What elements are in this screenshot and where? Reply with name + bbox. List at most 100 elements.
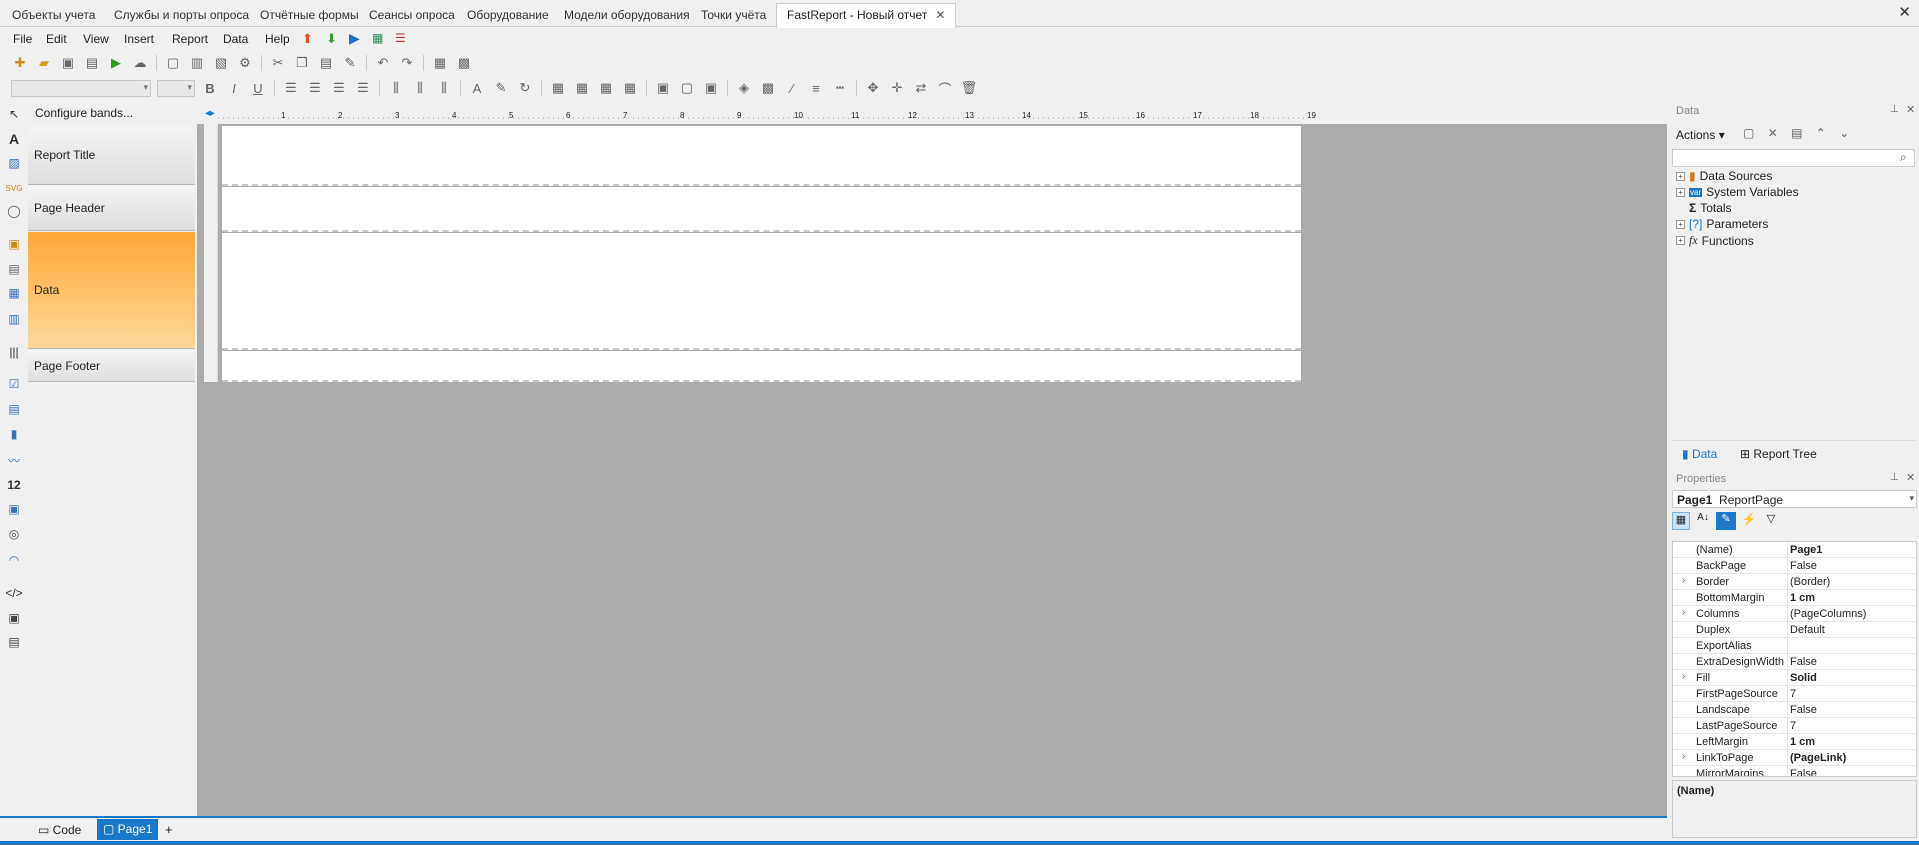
paste-icon[interactable]: ▤	[317, 54, 335, 72]
new-datasource-icon[interactable]: ▢	[1743, 126, 1754, 140]
tab-page1[interactable]: ▢ Page1	[97, 819, 159, 840]
property-value[interactable]: Page1	[1790, 544, 1822, 556]
tab-fastreport[interactable]: FastReport - Новый отчет ✕	[776, 3, 957, 28]
save-icon[interactable]: ▣	[59, 54, 77, 72]
expand-icon[interactable]: ›	[1682, 575, 1685, 586]
tab-objects[interactable]: Объекты учета	[2, 4, 105, 27]
expand-icon[interactable]: ›	[1682, 671, 1685, 682]
sparkline-icon[interactable]: 〰	[4, 451, 24, 469]
container-icon[interactable]: ▤	[4, 260, 24, 278]
delete-page-icon[interactable]: ▧	[212, 54, 230, 72]
text-object-icon[interactable]: A	[4, 130, 24, 148]
property-row[interactable]: › Fill Solid	[1673, 670, 1916, 686]
filter-icon[interactable]: ▽	[1762, 512, 1780, 530]
gauge-icon[interactable]: ◠	[4, 551, 24, 569]
property-value[interactable]: (PageColumns)	[1790, 608, 1866, 620]
property-row[interactable]: ExportAlias	[1673, 638, 1916, 654]
actions-dropdown[interactable]: Actions ▾	[1676, 128, 1725, 142]
preview-icon[interactable]: ▶	[107, 54, 125, 72]
tree-item-parameters[interactable]: + [?] Parameters	[1676, 217, 1768, 231]
property-row[interactable]: Landscape False	[1673, 702, 1916, 718]
border-props-icon[interactable]: ▣	[702, 79, 720, 97]
checkbox-icon[interactable]: ☑	[4, 375, 24, 393]
tab-report-tree[interactable]: ⊞ Report Tree	[1740, 447, 1817, 461]
same-height-icon[interactable]: ▦	[597, 79, 615, 97]
fill-props-icon[interactable]: ▩	[759, 79, 777, 97]
center-icon[interactable]: ▦	[621, 79, 639, 97]
pin-icon[interactable]: ⊥	[1890, 472, 1899, 483]
text-color-icon[interactable]: A	[468, 79, 486, 97]
property-row[interactable]: FirstPageSource 7	[1673, 686, 1916, 702]
subreport-icon[interactable]: ▣	[4, 235, 24, 253]
expand-icon[interactable]: +	[1676, 236, 1685, 245]
delete-icon[interactable]: ✕	[1768, 126, 1778, 140]
menu-edit[interactable]: Edit	[46, 32, 67, 46]
search-icon[interactable]: ⌕	[1900, 150, 1907, 165]
move-up-icon[interactable]: ⌃	[1816, 126, 1826, 140]
group-icon[interactable]: ▦	[431, 54, 449, 72]
svg-icon[interactable]: SVG	[4, 179, 24, 197]
add-page-button[interactable]: +	[165, 822, 173, 837]
html-icon[interactable]: </>	[4, 584, 24, 602]
property-value[interactable]: 7	[1790, 720, 1796, 732]
expand-icon[interactable]: ›	[1682, 607, 1685, 618]
underline-icon[interactable]: U	[249, 79, 267, 97]
edit-icon[interactable]: ▤	[1791, 126, 1802, 140]
property-row[interactable]: (Name) Page1	[1673, 542, 1916, 558]
undo-icon[interactable]: ↶	[374, 54, 392, 72]
collapse-arrows-icon[interactable]: ◂▸	[205, 108, 215, 119]
list-icon[interactable]: ☰	[395, 31, 406, 45]
tab-services[interactable]: Службы и порты опроса	[104, 4, 259, 27]
cloud-icon[interactable]: ☁	[131, 54, 149, 72]
band-page-header[interactable]: Page Header	[28, 186, 195, 231]
expand-icon[interactable]: +	[1676, 219, 1685, 229]
rotate-icon[interactable]: ↻	[516, 79, 534, 97]
shape-icon[interactable]: ◯	[4, 202, 24, 220]
line-style-icon[interactable]: ┅	[831, 79, 849, 97]
design-band-page-footer[interactable]	[222, 351, 1301, 382]
categorized-icon[interactable]: ▦	[1672, 512, 1690, 530]
configure-bands-button[interactable]: Configure bands...	[35, 106, 133, 120]
highlight-icon[interactable]: ✎	[492, 79, 510, 97]
property-value[interactable]: Default	[1790, 624, 1825, 636]
close-icon[interactable]: ✕	[1906, 471, 1915, 484]
justify-icon[interactable]: ☰	[354, 79, 372, 97]
property-value[interactable]: 1 cm	[1790, 736, 1815, 748]
tree-item-data-sources[interactable]: + ▮ Data Sources	[1676, 169, 1772, 183]
new-page-icon[interactable]: ▢	[164, 54, 182, 72]
tree-item-system-variables[interactable]: + var System Variables	[1676, 185, 1799, 199]
property-row[interactable]: › LinkToPage (PageLink)	[1673, 750, 1916, 766]
align-grid-icon[interactable]: ▦	[549, 79, 567, 97]
line-width-icon[interactable]: ≡	[807, 79, 825, 97]
property-value[interactable]: False	[1790, 768, 1817, 776]
copy-icon[interactable]: ❐	[293, 54, 311, 72]
align-left-icon[interactable]: ☰	[282, 79, 300, 97]
menu-insert[interactable]: Insert	[124, 32, 154, 46]
format-painter-icon[interactable]: ✎	[341, 54, 359, 72]
line-color-icon[interactable]: ∕	[783, 79, 801, 97]
close-icon[interactable]: ✕	[935, 8, 945, 22]
border-all-icon[interactable]: ▣	[654, 79, 672, 97]
upload-icon[interactable]: ⬆	[302, 31, 313, 47]
ungroup-icon[interactable]: ▩	[455, 54, 473, 72]
trash-icon[interactable]: 🗑	[960, 79, 978, 97]
property-value[interactable]: 7	[1790, 688, 1796, 700]
border-none-icon[interactable]: ▢	[678, 79, 696, 97]
matrix-icon[interactable]: ▥	[4, 310, 24, 328]
align-right-icon[interactable]: ☰	[330, 79, 348, 97]
menu-view[interactable]: View	[83, 32, 109, 46]
zip-code-icon[interactable]: 12	[4, 476, 24, 494]
move-icon[interactable]: ✥	[864, 79, 882, 97]
barcode-icon[interactable]: |||	[4, 343, 24, 361]
tab-equipment-models[interactable]: Модели оборудования	[554, 4, 700, 27]
sort-az-icon[interactable]: A↓	[1694, 512, 1712, 530]
fill-color-icon[interactable]: ◈	[735, 79, 753, 97]
property-row[interactable]: Duplex Default	[1673, 622, 1916, 638]
run-icon[interactable]: ▶	[349, 30, 360, 47]
property-value[interactable]: False	[1790, 656, 1817, 668]
chevron-down-icon[interactable]: ▾	[1909, 493, 1914, 504]
property-value[interactable]: 1 cm	[1790, 592, 1815, 604]
property-row[interactable]: › Columns (PageColumns)	[1673, 606, 1916, 622]
font-name-combo[interactable]	[11, 79, 151, 97]
tab-equipment[interactable]: Оборудование	[457, 4, 559, 27]
